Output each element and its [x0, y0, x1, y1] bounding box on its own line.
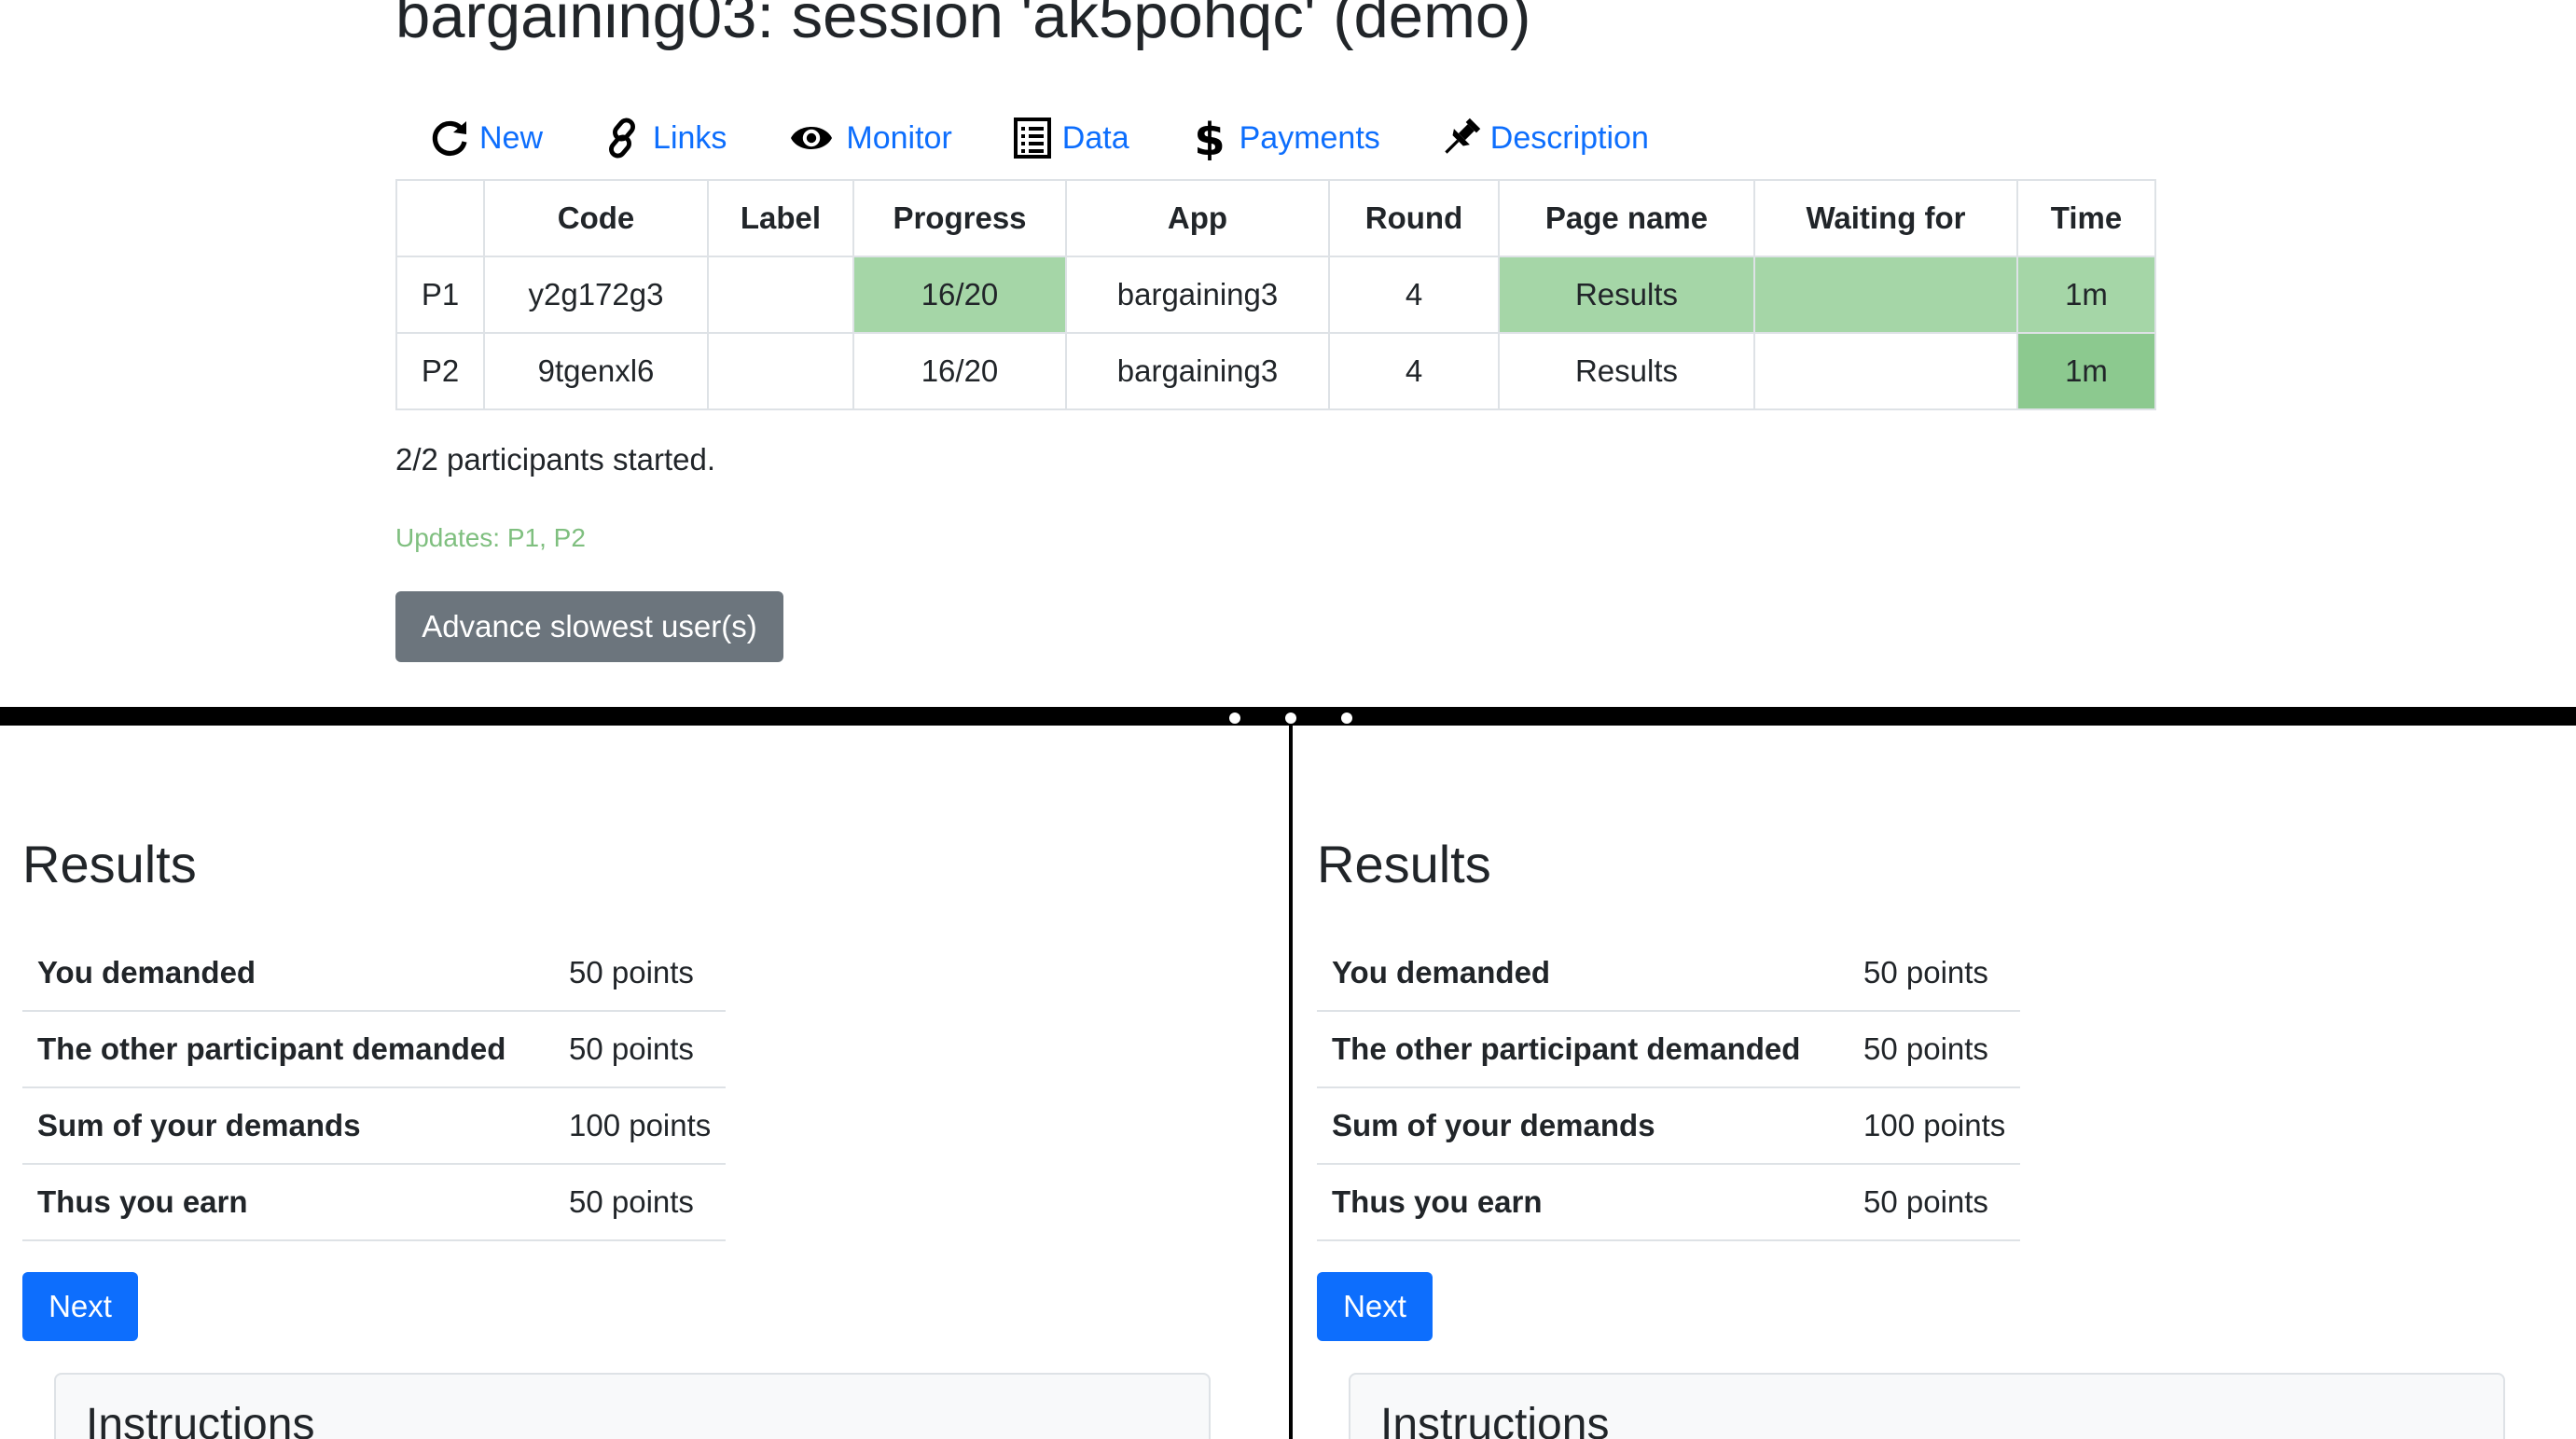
- table-row: Thus you earn 50 points: [22, 1164, 727, 1241]
- table-row: Sum of your demands 100 points: [22, 1087, 727, 1165]
- participant-progress: 16/20: [852, 256, 1067, 334]
- results-heading: Results: [22, 835, 197, 893]
- nav-label: Monitor: [846, 119, 952, 156]
- participant-page: Results: [1498, 256, 1755, 334]
- result-label: You demanded: [22, 934, 554, 1012]
- result-label: The other participant demanded: [1317, 1011, 1849, 1088]
- table-row: You demanded 50 points: [1317, 934, 2021, 1012]
- nav-data[interactable]: Data: [1010, 116, 1129, 160]
- list-icon: [1013, 118, 1051, 159]
- result-label: You demanded: [1317, 934, 1849, 1012]
- split-handle-dot: [1341, 713, 1352, 724]
- session-nav: New Links Monitor Data $ Payments Descri…: [427, 110, 1707, 166]
- participant-round: 4: [1328, 332, 1500, 410]
- updates-text: Updates: P1, P2: [395, 523, 586, 552]
- eye-icon: [791, 127, 833, 149]
- link-icon: [609, 118, 636, 159]
- table-header-row: Code Label Progress App Round Page name …: [395, 179, 2156, 257]
- result-value: 50 points: [1849, 1164, 2021, 1241]
- result-value: 50 points: [1849, 934, 2021, 1012]
- participant-page: Results: [1498, 332, 1755, 410]
- column-header: Waiting for: [1753, 179, 2018, 257]
- instructions-panel: Instructions: [1349, 1373, 2505, 1439]
- split-handle-dot: [1229, 713, 1240, 724]
- table-row: P2 9tgenxl6 16/20 bargaining3 4 Results …: [395, 332, 2156, 410]
- participants-table: Code Label Progress App Round Page name …: [395, 179, 2156, 410]
- column-header: Round: [1328, 179, 1500, 257]
- table-row: You demanded 50 points: [22, 934, 727, 1012]
- column-header: Code: [483, 179, 709, 257]
- participant-app: bargaining3: [1065, 332, 1330, 410]
- participant-round: 4: [1328, 256, 1500, 334]
- result-label: Sum of your demands: [22, 1087, 554, 1165]
- participant-waiting: [1753, 256, 2018, 334]
- page-title: bargaining03: session 'ak5pohqc' (demo): [395, 0, 1531, 51]
- instructions-panel: Instructions: [54, 1373, 1211, 1439]
- column-header: Label: [707, 179, 854, 257]
- column-header: Progress: [852, 179, 1067, 257]
- refresh-icon: [432, 120, 467, 156]
- participant-label: [707, 256, 854, 334]
- table-row: The other participant demanded 50 points: [22, 1011, 727, 1088]
- result-label: The other participant demanded: [22, 1011, 554, 1088]
- column-header: App: [1065, 179, 1330, 257]
- nav-new[interactable]: New: [427, 116, 543, 160]
- nav-label: New: [479, 119, 544, 156]
- next-button[interactable]: Next: [1317, 1272, 1433, 1341]
- table-row: Sum of your demands 100 points: [1317, 1087, 2021, 1165]
- nav-label: Payments: [1239, 119, 1380, 156]
- result-value: 100 points: [554, 1087, 727, 1165]
- result-label: Thus you earn: [1317, 1164, 1849, 1241]
- results-table: You demanded 50 points The other partici…: [22, 934, 727, 1241]
- column-header: [395, 179, 485, 257]
- participant-label: [707, 332, 854, 410]
- results-table: You demanded 50 points The other partici…: [1317, 934, 2021, 1241]
- instructions-title: Instructions: [86, 1400, 315, 1439]
- nav-monitor[interactable]: Monitor: [784, 116, 952, 160]
- nav-links[interactable]: Links: [601, 116, 727, 160]
- vertical-split-handle[interactable]: [1289, 724, 1293, 1439]
- dollar-icon: $: [1194, 116, 1225, 160]
- participant-id: P2: [395, 332, 485, 410]
- svg-text:$: $: [1194, 116, 1225, 160]
- next-button[interactable]: Next: [22, 1272, 138, 1341]
- participant-time: 1m: [2016, 332, 2156, 410]
- table-row: The other participant demanded 50 points: [1317, 1011, 2021, 1088]
- participant-pane-right: Results You demanded 50 points The other…: [1295, 726, 2576, 1439]
- column-header: Time: [2016, 179, 2156, 257]
- participants-started-text: 2/2 participants started.: [395, 442, 716, 477]
- nav-label: Description: [1489, 119, 1649, 156]
- nav-description[interactable]: Description: [1438, 116, 1649, 160]
- table-row: Thus you earn 50 points: [1317, 1164, 2021, 1241]
- participant-id: P1: [395, 256, 485, 334]
- result-value: 50 points: [1849, 1011, 2021, 1088]
- participant-app: bargaining3: [1065, 256, 1330, 334]
- result-label: Sum of your demands: [1317, 1087, 1849, 1165]
- participant-progress: 16/20: [852, 332, 1067, 410]
- column-header: Page name: [1498, 179, 1755, 257]
- participant-pane-left: Results You demanded 50 points The other…: [0, 726, 1285, 1439]
- result-value: 100 points: [1849, 1087, 2021, 1165]
- nav-payments[interactable]: $ Payments: [1187, 116, 1380, 160]
- participant-waiting: [1753, 332, 2018, 410]
- nav-label: Links: [653, 119, 727, 156]
- participant-time: 1m: [2016, 256, 2156, 334]
- split-handle-dot: [1285, 713, 1296, 724]
- advance-slowest-button[interactable]: Advance slowest user(s): [395, 591, 783, 662]
- nav-label: Data: [1061, 119, 1129, 156]
- result-label: Thus you earn: [22, 1164, 554, 1241]
- pin-icon: [1445, 118, 1481, 154]
- results-heading: Results: [1317, 835, 1491, 893]
- admin-monitor: bargaining03: session 'ak5pohqc' (demo) …: [395, 0, 2167, 705]
- participant-code[interactable]: y2g172g3: [483, 256, 709, 334]
- result-value: 50 points: [554, 934, 727, 1012]
- instructions-title: Instructions: [1380, 1400, 1610, 1439]
- participant-code[interactable]: 9tgenxl6: [483, 332, 709, 410]
- result-value: 50 points: [554, 1164, 727, 1241]
- result-value: 50 points: [554, 1011, 727, 1088]
- table-row: P1 y2g172g3 16/20 bargaining3 4 Results …: [395, 256, 2156, 334]
